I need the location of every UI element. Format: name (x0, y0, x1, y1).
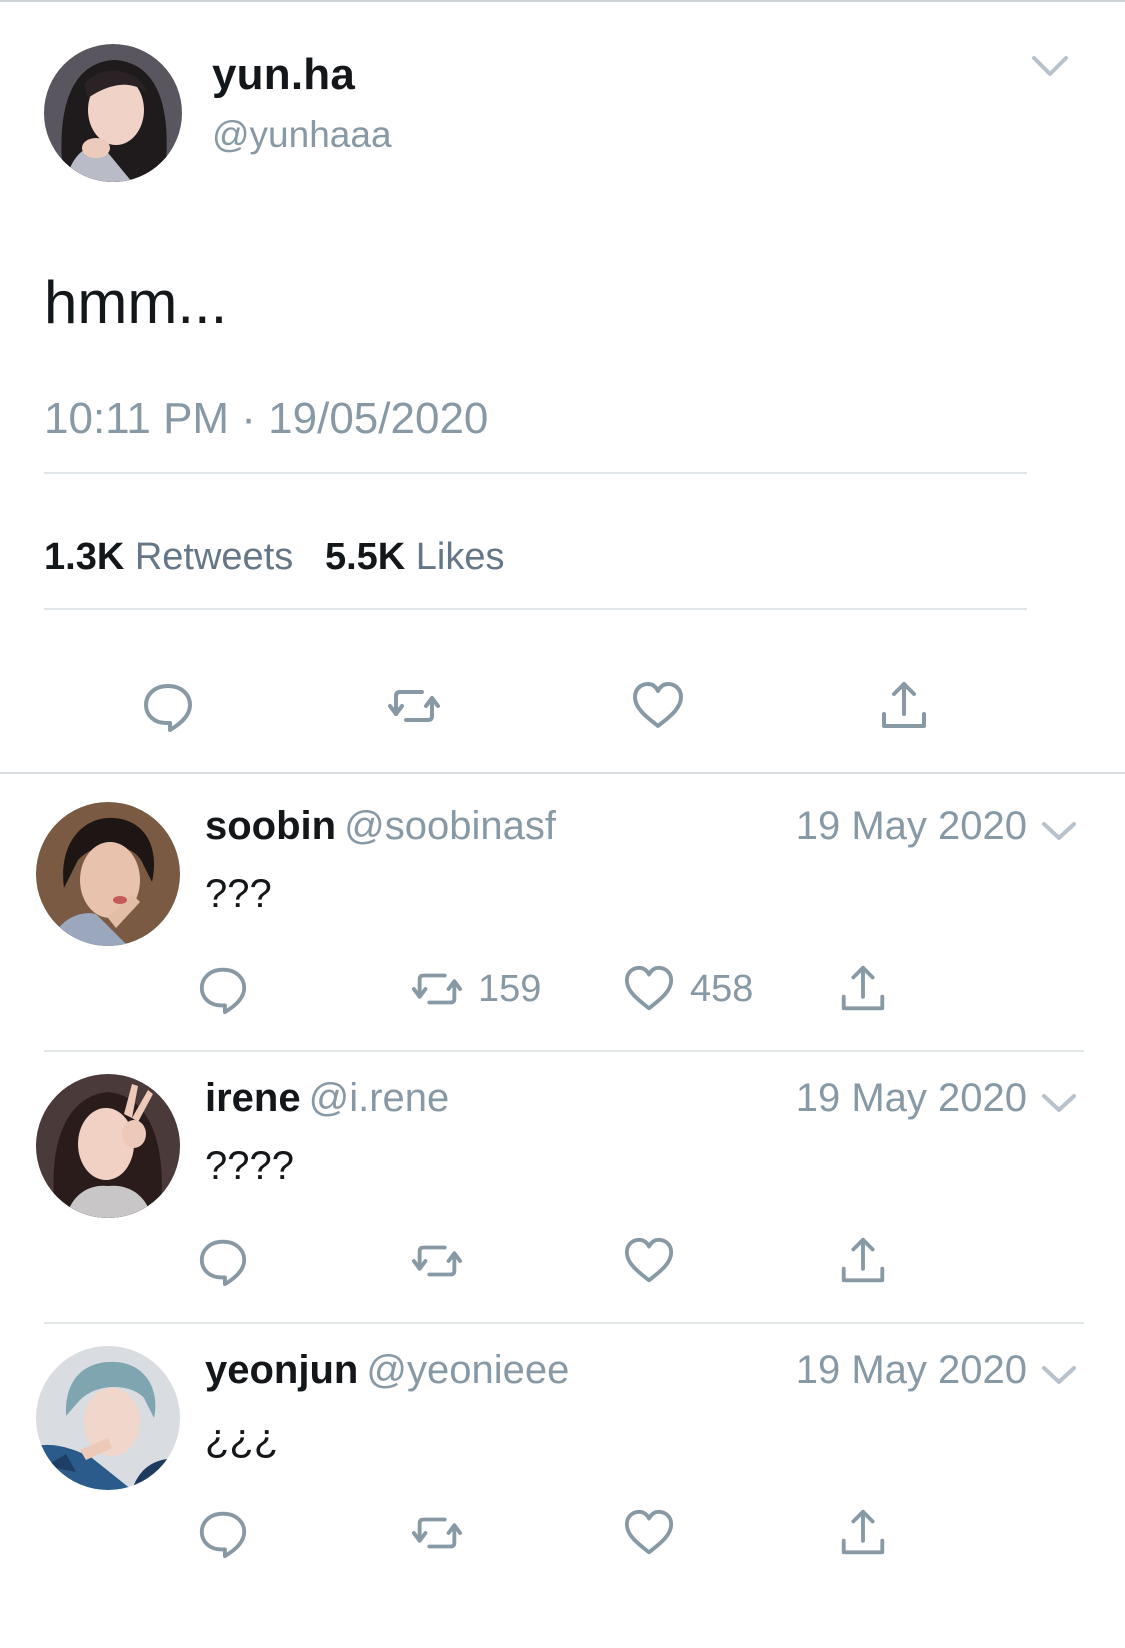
reply-date: 19 May 2020 (795, 1076, 1027, 1120)
divider (44, 472, 1027, 474)
avatar[interactable] (36, 802, 180, 946)
share-button[interactable] (836, 962, 890, 1016)
reply-icon[interactable] (196, 1234, 250, 1288)
reply-actions (0, 1506, 1125, 1566)
user-handle[interactable]: @soobinasf (344, 804, 556, 848)
reply-author[interactable]: irene @i.rene (205, 1076, 449, 1121)
like-icon[interactable] (622, 1234, 676, 1288)
reply-actions (0, 1234, 1125, 1294)
like-button[interactable] (622, 1234, 690, 1288)
reply-date: 19 May 2020 (795, 804, 1027, 848)
retweets-count[interactable]: 1.3K (44, 536, 124, 578)
like-button[interactable]: 458 (622, 962, 753, 1016)
retweet-icon[interactable] (410, 962, 464, 1016)
share-button[interactable] (836, 1506, 890, 1560)
likes-count[interactable]: 5.5K (325, 536, 405, 578)
display-name[interactable]: yun.ha (212, 50, 355, 100)
reply-tweet[interactable]: soobin @soobinasf 19 May 2020 ??? 159 458 (0, 766, 1125, 1052)
retweet-icon[interactable] (386, 678, 442, 734)
display-name[interactable]: soobin (205, 804, 336, 848)
chevron-down-icon[interactable] (1030, 52, 1070, 80)
reply-text: ??? (205, 872, 272, 916)
reply-icon[interactable] (196, 1506, 250, 1560)
reply-actions: 159 458 (0, 962, 1125, 1022)
user-handle[interactable]: @yunhaaa (212, 114, 392, 156)
retweet-button[interactable] (410, 1234, 478, 1288)
like-icon[interactable] (630, 678, 686, 734)
retweet-icon[interactable] (410, 1506, 464, 1560)
top-border (0, 0, 1125, 2)
user-handle[interactable]: @yeonieee (366, 1348, 569, 1392)
share-icon[interactable] (836, 1234, 890, 1288)
tweet-timestamp: 10:11 PM · 19/05/2020 (44, 394, 489, 443)
retweet-icon[interactable] (410, 1234, 464, 1288)
reply-tweet[interactable]: yeonjun @yeonieee 19 May 2020 ¿¿¿ (0, 1310, 1125, 1596)
reply-date: 19 May 2020 (795, 1348, 1027, 1392)
divider (44, 608, 1027, 610)
like-count: 458 (690, 967, 754, 1010)
chevron-down-icon[interactable] (1040, 1090, 1078, 1116)
share-icon[interactable] (836, 962, 890, 1016)
share-icon[interactable] (876, 678, 932, 734)
engagement-stats: 1.3K Retweets 5.5K Likes (44, 536, 505, 579)
tweet-text: hmm... (44, 269, 228, 336)
share-button[interactable] (836, 1234, 890, 1288)
reply-text: ???? (205, 1144, 294, 1188)
reply-button[interactable] (196, 1234, 250, 1288)
reply-icon[interactable] (140, 678, 196, 734)
like-icon[interactable] (622, 1506, 676, 1560)
retweets-label[interactable]: Retweets (135, 536, 293, 578)
display-name[interactable]: irene (205, 1076, 301, 1120)
reply-author[interactable]: yeonjun @yeonieee (205, 1348, 569, 1393)
like-button[interactable] (622, 1506, 690, 1560)
reply-text: ¿¿¿ (205, 1416, 279, 1460)
reply-tweet[interactable]: irene @i.rene 19 May 2020 ???? (0, 1038, 1125, 1324)
user-handle[interactable]: @i.rene (309, 1076, 450, 1120)
share-icon[interactable] (836, 1506, 890, 1560)
reply-author[interactable]: soobin @soobinasf (205, 804, 556, 849)
like-icon[interactable] (622, 962, 676, 1016)
chevron-down-icon[interactable] (1040, 818, 1078, 844)
avatar[interactable] (44, 44, 182, 182)
display-name[interactable]: yeonjun (205, 1348, 358, 1392)
reply-button[interactable] (196, 962, 250, 1016)
avatar[interactable] (36, 1346, 180, 1490)
retweet-count: 159 (478, 967, 542, 1010)
reply-icon[interactable] (196, 962, 250, 1016)
retweet-button[interactable]: 159 (410, 962, 541, 1016)
likes-label[interactable]: Likes (416, 536, 505, 578)
chevron-down-icon[interactable] (1040, 1362, 1078, 1388)
reply-button[interactable] (196, 1506, 250, 1560)
retweet-button[interactable] (410, 1506, 478, 1560)
tweet-actions (0, 678, 1125, 738)
avatar[interactable] (36, 1074, 180, 1218)
